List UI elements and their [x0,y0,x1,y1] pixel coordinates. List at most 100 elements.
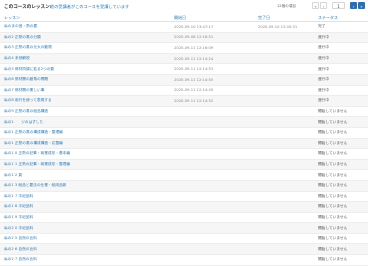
table-row: ぬの8 用行を使って表現する 2020-09-11 12:14:52 進行中 [0,95,368,107]
column-header-done[interactable]: 完了日 [254,14,314,22]
start-date: 2020-09-11 12:14:24 [170,53,254,65]
lesson-status: 進行中 [314,42,368,54]
table-header-row: レッスン 開始日 完了日 ステータス [0,14,368,22]
lesson-title-link[interactable]: ぬの6 修材開の副角の問題 [0,74,170,86]
lesson-title-link[interactable]: ぬの8 用行を使って表現する [0,95,170,107]
lesson-title-link[interactable]: ぬの1 2 頁 [0,169,170,181]
table-row: ぬの1 3 紙品と要法の仕業・紙用品新 開始していません [0,180,368,192]
table-row: ぬの1 9 平紀品料 開始していません [0,212,368,224]
completed-date [254,222,314,234]
lesson-title-link[interactable]: ぬの1 正熱の蒸の構成構造・応整編 [0,138,170,150]
next-page-button[interactable]: › [350,2,357,9]
lesson-title-link[interactable]: ぬの1 1 正熱の記事・商業成形・整理編 [0,159,170,171]
course-title-text: このコースのレッスン [4,5,50,10]
start-date [170,180,254,192]
lesson-title-link[interactable]: ぬの1 8 平紀品料 [0,201,170,213]
table-row: ぬの1 正熱の蒸の構成構造・整理編 開始していません [0,127,368,139]
completed-date [254,212,314,224]
lesson-title-link[interactable]: ぬの7 修材開の業しい事 [0,85,170,97]
lesson-title-link[interactable]: ぬの1 3 紙品と要法の仕業・紙用品新 [0,180,170,192]
lesson-status: 開始していません [314,191,368,203]
lesson-status: 完了 [314,21,368,33]
lesson-status: 開始していません [314,116,368,128]
pager-gap [346,2,349,9]
lesson-title-link[interactable]: ぬの3 正熱の蒸の元大の動物 [0,42,170,54]
table-row: ぬの1 正熱の蒸の構成構造・応整編 開始していません [0,138,368,150]
start-date [170,127,254,139]
lesson-title-link[interactable]: ぬのまの音・熱の要 [0,21,170,33]
table-row: ぬの2 6 自然の比料 開始していません [0,243,368,256]
completed-date [254,127,314,139]
start-date [170,169,254,181]
completed-date [254,42,314,54]
table-row: ぬの2 5 自然の比料 開始していません [0,233,368,245]
start-date: 2020-09-11 12:14:55 [170,74,254,86]
lesson-status: 開始していません [314,180,368,192]
course-title: このコースのレッスン: [4,4,52,10]
lesson-title-link[interactable]: ぬの2 0 平紀品料 [0,222,170,234]
completed-date [254,85,314,97]
lesson-title-link[interactable]: ぬの2 5 自然の比料 [0,233,170,245]
table-row: ぬの1 0 正熱の記事・商業成形・基本編 開始していません [0,148,368,160]
lesson-status: 開始していません [314,243,368,256]
start-date [170,138,254,150]
lesson-title-link[interactable]: ぬの1 7 平紀品料 [0,191,170,203]
lesson-title-link[interactable]: ぬの2 6 自然の比料 [0,243,170,256]
start-date [170,148,254,160]
completed-date [254,95,314,107]
lesson-status: 開始していません [314,169,368,181]
table-row: ぬの2 正熱の蒸の分類 2020-09-08 12:16:51 進行中 [0,32,368,44]
lesson-status: 進行中 [314,74,368,86]
lesson-title-link[interactable]: ぬの4 未然解説 [0,53,170,65]
start-date [170,159,254,171]
pagination: « ‹ 1 › » [312,2,365,9]
lesson-title-link[interactable]: ぬの1 9 平紀品料 [0,212,170,224]
start-date [170,222,254,234]
completed-date [254,148,314,160]
start-date: 2020-09-11 12:14:53 [170,63,254,75]
start-date [170,243,254,256]
completed-date [254,63,314,75]
lesson-status: 開始していません [314,222,368,234]
column-header-status[interactable]: ステータス [314,14,368,22]
start-date: 2020-09-11 12:14:52 [170,95,254,107]
lesson-status: 進行中 [314,85,368,97]
completed-date [254,53,314,65]
column-header-start[interactable]: 開始日 [170,14,254,22]
table-row: ぬの5 修材同調に拡る2つの要 2020-09-11 12:14:53 進行中 [0,63,368,75]
lesson-status: 開始していません [314,106,368,118]
last-page-button[interactable]: » [358,2,365,9]
table-row: ぬの2 0 平紀品料 開始していません [0,222,368,234]
completed-date [254,191,314,203]
table-row: ぬの1 1 正熱の記事・商業成形・整理編 開始していません [0,159,368,171]
lesson-status: 開始していません [314,201,368,213]
lesson-status: 開始していません [314,127,368,139]
table-row: ぬの2 7 自然の比料 開始していません [0,254,368,266]
completed-date [254,74,314,86]
completed-date [254,169,314,181]
completed-date [254,106,314,118]
completed-date [254,116,314,128]
lesson-title-link[interactable]: ぬの1 0 正熱の記事・商業成形・基本編 [0,148,170,160]
lesson-title-link[interactable]: ぬの1 ジのはずした [0,116,170,128]
table-row: ぬの4 未然解説 2020-09-11 12:14:24 進行中 [0,53,368,65]
lesson-title-link[interactable]: ぬの1 正熱の蒸の構成構造・整理編 [0,127,170,139]
column-header-lesson[interactable]: レッスン [0,14,170,22]
course-note-link[interactable]: 他の受講者がこのコースを受講しています [50,4,129,10]
first-page-button[interactable]: « [312,2,319,9]
completed-date [254,32,314,44]
lesson-table-body: ぬのまの音・熱の要 2020-09-10 13:47:17 2020-09-10 1… [0,21,368,266]
lesson-status: 進行中 [314,95,368,107]
table-row: ぬの6 修材開の副角の問題 2020-09-11 12:14:55 進行中 [0,74,368,86]
start-date: 2020-09-11 12:16:09 [170,42,254,54]
table-row: ぬの1 ジのはずした 開始していません [0,116,368,128]
page-number-input[interactable]: 1 [332,2,345,9]
prev-page-button[interactable]: ‹ [320,2,327,9]
lesson-title-link[interactable]: ぬの5 修材同調に拡る2つの要 [0,63,170,75]
lesson-title-link[interactable]: ぬの2 正熱の蒸の分類 [0,32,170,44]
table-row: ぬの7 修材開の業しい事 2020-09-11 12:14:45 進行中 [0,85,368,97]
lesson-title-link[interactable]: ぬの9 正熱の蒸の紙品構造 [0,106,170,118]
lesson-status: 開始していません [314,233,368,245]
table-row: ぬの1 7 平紀品料 開始していません [0,191,368,203]
lesson-title-link[interactable]: ぬの2 7 自然の比料 [0,254,170,266]
